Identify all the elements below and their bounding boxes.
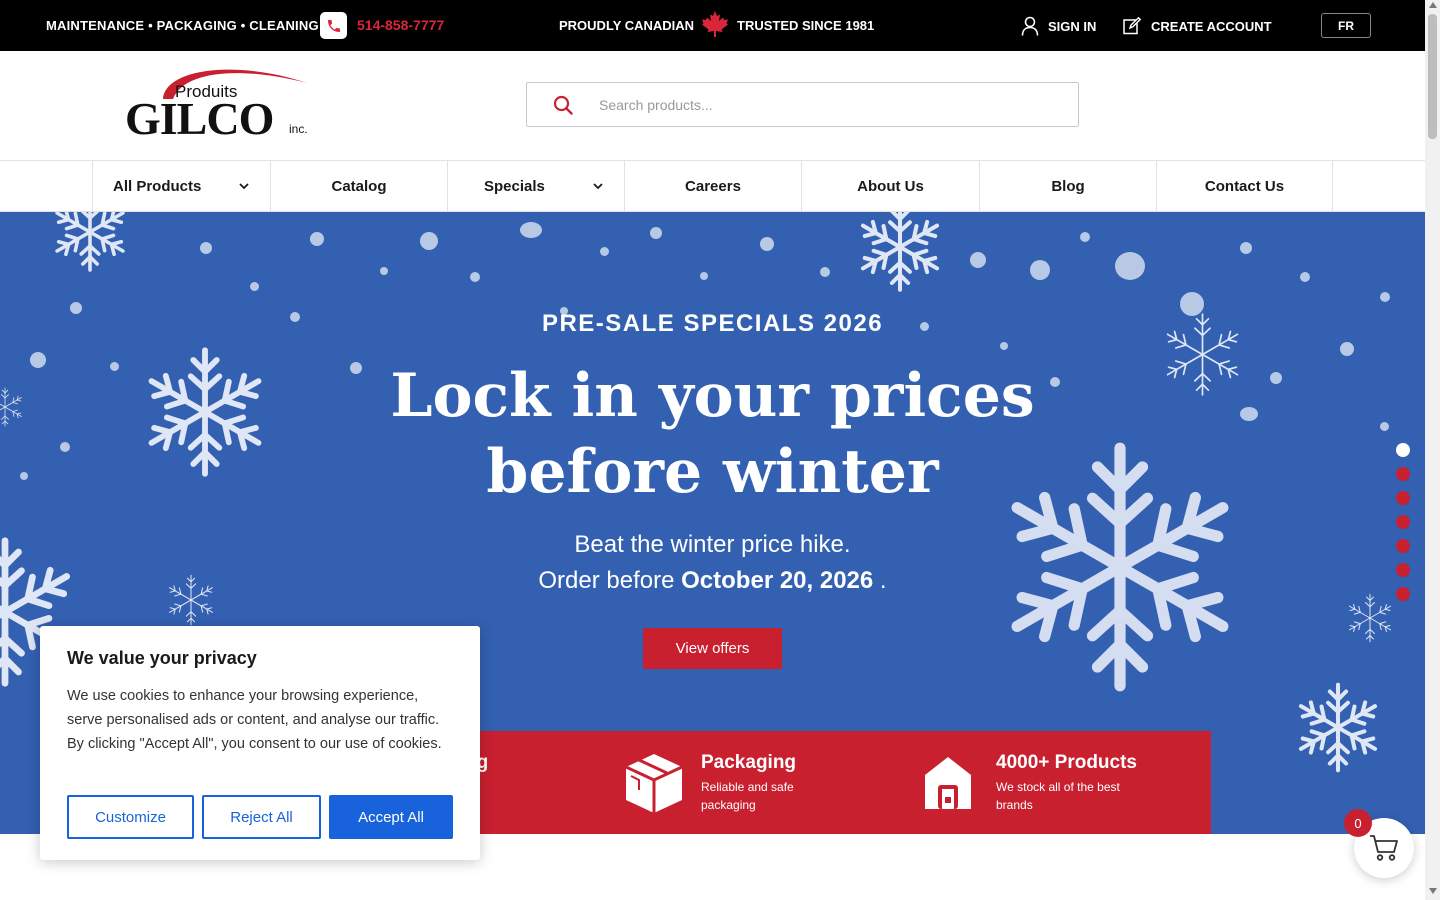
language-toggle-button[interactable]: FR: [1321, 13, 1371, 38]
nav-label: Blog: [1051, 178, 1085, 195]
cookie-consent-dialog: We value your privacy We use cookies to …: [40, 626, 480, 860]
snowflake-decoration: [40, 212, 140, 272]
nav-blog[interactable]: Blog: [979, 161, 1156, 212]
create-account-label: CREATE ACCOUNT: [1151, 18, 1272, 34]
hero-sub-suffix: .: [879, 567, 887, 594]
nav-label: Specials: [484, 178, 545, 195]
hero-subtitle: Beat the winter price hike. Order before…: [0, 527, 1425, 599]
hero-headline-line2: before winter: [486, 437, 939, 507]
logo-text-gilco: GILCO: [125, 93, 273, 141]
slider-dot[interactable]: [1396, 539, 1410, 553]
snowflake-decoration: [1345, 592, 1395, 644]
nav-catalog[interactable]: Catalog: [270, 161, 447, 212]
nav-specials[interactable]: Specials: [447, 161, 624, 212]
main-nav: All Products Catalog Specials Careers Ab…: [0, 161, 1425, 212]
nav-careers[interactable]: Careers: [624, 161, 801, 212]
hero-kicker: PRE-SALE SPECIALS 2026: [541, 310, 884, 337]
nav-label: About Us: [857, 178, 924, 195]
nav-contact-us[interactable]: Contact Us: [1156, 161, 1333, 212]
user-icon: [1021, 16, 1039, 36]
slider-dot[interactable]: [1396, 467, 1410, 481]
create-account-link[interactable]: CREATE ACCOUNT: [1123, 15, 1272, 37]
slider-dot[interactable]: [1396, 515, 1410, 529]
hero-sub-prefix: Order before: [538, 567, 675, 594]
nav-all-products[interactable]: All Products: [92, 161, 270, 212]
phone-link[interactable]: 514-858-7777: [357, 17, 444, 33]
feature-title: Packaging: [701, 752, 797, 773]
hero-subtitle-line2: Order before October 20, 2026 .: [0, 563, 1425, 599]
cart-icon: [1370, 835, 1398, 861]
logo-text-inc: inc.: [289, 122, 308, 136]
hero-subtitle-line1: Beat the winter price hike.: [574, 531, 851, 558]
cart-count-badge: 0: [1344, 809, 1372, 837]
feature-products: 4000+ Products We stock all of the best …: [915, 731, 1211, 834]
search-box: [526, 82, 1079, 127]
chevron-down-icon: [239, 183, 249, 190]
cookie-reject-button[interactable]: Reject All: [202, 795, 321, 839]
slider-dot[interactable]: [1396, 587, 1410, 601]
gilco-logo[interactable]: Produits GILCO inc.: [125, 61, 315, 144]
top-bar: MAINTENANCE • PACKAGING • CLEANING 514-8…: [0, 0, 1425, 51]
search-input[interactable]: [599, 96, 1078, 113]
phone-icon: [320, 12, 347, 39]
edit-icon: [1123, 17, 1141, 35]
chevron-down-icon: [593, 183, 603, 190]
nav-about-us[interactable]: About Us: [801, 161, 979, 212]
warehouse-icon: [925, 757, 971, 809]
sign-in-link[interactable]: SIGN IN: [1021, 15, 1096, 37]
site-header: Produits GILCO inc.: [0, 51, 1425, 161]
feature-description: Reliable and safe packaging: [701, 780, 794, 812]
feature-title: 4000+ Products: [996, 752, 1137, 773]
sign-in-label: SIGN IN: [1048, 18, 1097, 34]
trusted-since-text: TRUSTED SINCE 1981: [737, 18, 875, 33]
scroll-down-arrow-icon[interactable]: [1429, 888, 1437, 894]
nav-label: Contact Us: [1204, 178, 1285, 195]
slider-dot[interactable]: [1396, 563, 1410, 577]
proudly-canadian-text: PROUDLY CANADIAN: [559, 18, 695, 33]
slider-dot[interactable]: [1396, 443, 1410, 457]
feature-description: We stock all of the best brands: [996, 780, 1120, 812]
maple-leaf-icon: [700, 9, 730, 44]
cookie-title: We value your privacy: [67, 648, 257, 668]
scrollbar-thumb[interactable]: [1428, 14, 1437, 139]
cookie-text: We use cookies to enhance your browsing …: [67, 688, 442, 752]
nav-label: Catalog: [331, 178, 387, 195]
cookie-accept-button[interactable]: Accept All: [329, 795, 453, 839]
view-offers-button[interactable]: View offers: [643, 628, 782, 669]
hero-headline: Lock in your prices before winter: [0, 358, 1425, 510]
box-icon: [625, 754, 683, 813]
search-icon[interactable]: [527, 95, 599, 115]
slider-dot[interactable]: [1396, 491, 1410, 505]
tagline: MAINTENANCE • PACKAGING • CLEANING: [46, 18, 319, 33]
nav-label: Careers: [685, 178, 741, 195]
hero-sub-date: October 20, 2026: [681, 567, 874, 594]
hero-headline-line1: Lock in your prices: [390, 361, 1035, 431]
snowflake-decoration: [1293, 680, 1383, 775]
nav-label: All Products: [113, 178, 202, 195]
snowflake-decoration: [850, 212, 950, 292]
feature-packaging: Packaging Reliable and safe packaging: [615, 731, 905, 834]
scroll-up-arrow-icon[interactable]: [1429, 2, 1437, 8]
cookie-customize-button[interactable]: Customize: [67, 795, 194, 839]
